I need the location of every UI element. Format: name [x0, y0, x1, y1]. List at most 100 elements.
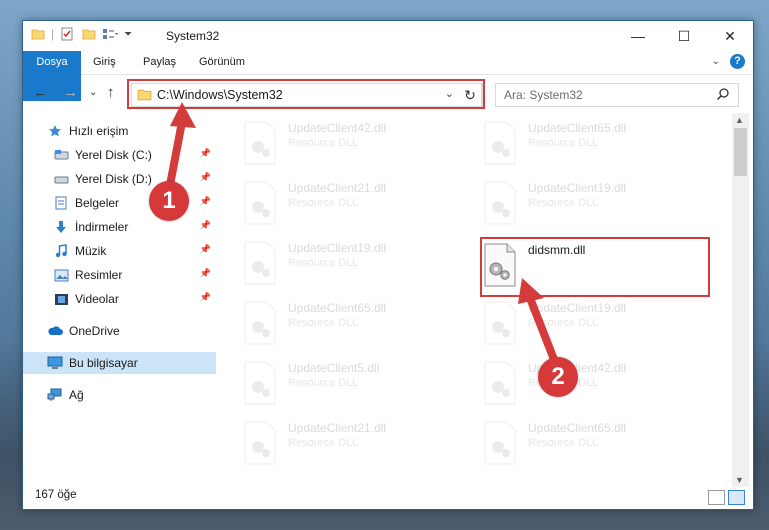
list-item[interactable]: UpdateClient42.dll Resource DLL	[241, 117, 471, 167]
pin-icon[interactable]: 📌	[200, 292, 211, 303]
scroll-up-icon[interactable]: ▲	[735, 115, 744, 125]
list-item[interactable]: UpdateClient42.dll Resource DLL	[481, 357, 711, 407]
sidebar-item-pictures[interactable]: Resimler 📌	[23, 264, 216, 286]
dll-file-icon	[484, 421, 516, 465]
up-arrow-icon[interactable]: ↑	[107, 84, 115, 101]
pin-icon[interactable]: 📌	[200, 196, 211, 207]
star-icon	[47, 123, 63, 139]
drive-icon	[53, 147, 69, 163]
pin-icon[interactable]: 📌	[200, 148, 211, 159]
tab-view[interactable]: Görünüm	[189, 51, 255, 74]
file-type: Resource DLL	[288, 137, 359, 149]
address-highlight-box	[127, 79, 485, 109]
quick-access-toolbar: | ⏷	[31, 27, 132, 41]
close-button[interactable]: ✕	[707, 21, 753, 51]
dll-file-icon	[244, 421, 276, 465]
sidebar-item-music[interactable]: Müzik 📌	[23, 240, 216, 262]
navigation-bar: ← → ⌄ ↑ C:\Windows\System32 ⌄ ↻ Ara: Sys…	[23, 75, 753, 111]
maximize-button[interactable]: ☐	[661, 21, 707, 51]
minimize-button[interactable]: —	[615, 21, 661, 51]
list-item[interactable]: UpdateClient19.dll Resource DLL	[481, 177, 711, 227]
sidebar-item-label: Yerel Disk (C:)	[75, 148, 152, 162]
large-icons-view-icon[interactable]	[728, 490, 745, 505]
file-name: UpdateClient19.dll	[528, 181, 627, 195]
sidebar-item-label: Resimler	[75, 268, 123, 282]
list-item[interactable]: UpdateClient21.dll Resource DLL	[241, 177, 471, 227]
file-type: Resource DLL	[288, 377, 359, 389]
list-item[interactable]: UpdateClient65.dll Resource DLL	[481, 417, 711, 467]
pictures-icon	[53, 267, 69, 283]
pin-icon[interactable]: 📌	[200, 172, 211, 183]
search-placeholder: Ara: System32	[504, 88, 583, 102]
sidebar-item-quick-access[interactable]: Hızlı erişim	[23, 120, 216, 142]
sidebar-item-onedrive[interactable]: OneDrive	[23, 320, 216, 342]
list-item[interactable]: UpdateClient19.dll Resource DLL	[241, 237, 471, 287]
file-name: UpdateClient21.dll	[288, 181, 387, 195]
file-type: Resource DLL	[528, 197, 599, 209]
list-item[interactable]: UpdateClient19.dll Resource DLL	[481, 297, 711, 347]
sidebar-item-drive-c[interactable]: Yerel Disk (C:) 📌	[23, 144, 216, 166]
details-view-icon[interactable]	[708, 490, 725, 505]
new-folder-icon[interactable]	[82, 27, 96, 41]
pin-icon[interactable]: 📌	[200, 220, 211, 231]
recent-locations-icon[interactable]: ⌄	[89, 87, 97, 98]
sidebar-item-label: Belgeler	[75, 196, 120, 210]
computer-icon	[47, 355, 63, 371]
item-count: 167 öğe	[35, 489, 77, 501]
dll-file-icon	[244, 301, 276, 345]
dll-file-icon	[244, 241, 276, 285]
forward-arrow-icon[interactable]: →	[63, 84, 78, 101]
file-name: UpdateClient5.dll	[288, 361, 380, 375]
dll-file-icon	[484, 181, 516, 225]
properties-icon[interactable]	[60, 27, 74, 41]
pin-icon[interactable]: 📌	[200, 268, 211, 279]
sidebar-item-drive-d[interactable]: Yerel Disk (D:) 📌	[23, 168, 216, 190]
search-icon[interactable]	[716, 87, 730, 101]
step-marker-1: 1	[149, 181, 189, 221]
expand-ribbon-icon[interactable]: ⌄	[712, 56, 720, 67]
pin-icon[interactable]: 📌	[200, 244, 211, 255]
tab-home[interactable]: Giriş	[83, 51, 126, 74]
folder-icon[interactable]	[31, 27, 45, 41]
sidebar-item-label: Videolar	[75, 292, 119, 306]
sidebar-item-downloads[interactable]: İndirmeler 📌	[23, 216, 216, 238]
vertical-scrollbar[interactable]: ▲ ▼	[732, 113, 749, 487]
download-icon	[53, 219, 69, 235]
step-marker-2: 2	[538, 357, 578, 397]
sidebar-item-this-pc[interactable]: Bu bilgisayar	[23, 352, 216, 374]
sidebar-item-label: Bu bilgisayar	[69, 356, 138, 370]
list-item[interactable]: UpdateClient21.dll Resource DLL	[241, 417, 471, 467]
view-options-icon[interactable]	[102, 27, 119, 41]
sidebar-item-label: Hızlı erişim	[69, 124, 129, 138]
sidebar-item-label: Yerel Disk (D:)	[75, 172, 152, 186]
back-arrow-icon[interactable]: ←	[33, 84, 48, 101]
file-type: Resource DLL	[288, 437, 359, 449]
list-item[interactable]: UpdateClient65.dll Resource DLL	[241, 297, 471, 347]
scroll-down-icon[interactable]: ▼	[735, 475, 744, 485]
sidebar-item-label: Müzik	[75, 244, 107, 258]
window-title: System32	[166, 29, 220, 43]
cloud-icon	[47, 323, 63, 339]
tab-share[interactable]: Paylaş	[133, 51, 186, 74]
file-name: UpdateClient65.dll	[528, 121, 627, 135]
scrollbar-thumb[interactable]	[734, 128, 747, 176]
dll-file-icon	[484, 301, 516, 345]
help-button[interactable]: ?	[730, 54, 745, 69]
dll-file-icon	[244, 121, 276, 165]
list-item[interactable]: UpdateClient5.dll Resource DLL	[241, 357, 471, 407]
sidebar-item-network[interactable]: Ağ	[23, 384, 216, 406]
status-bar: 167 öğe	[23, 485, 753, 509]
ribbon-tabs: Dosya Giriş Paylaş Görünüm ⌄ ?	[23, 51, 753, 101]
file-highlight-box	[480, 237, 710, 297]
navigation-pane: Hızlı erişim Yerel Disk (C:) 📌 Yerel Dis…	[23, 113, 216, 483]
file-type: Resource DLL	[528, 437, 599, 449]
dll-file-icon	[244, 361, 276, 405]
documents-icon	[53, 195, 69, 211]
file-name: UpdateClient19.dll	[528, 301, 627, 315]
search-input[interactable]: Ara: System32	[495, 83, 739, 107]
sidebar-item-videos[interactable]: Videolar 📌	[23, 288, 216, 310]
list-item[interactable]: UpdateClient65.dll Resource DLL	[481, 117, 711, 167]
dll-file-icon	[484, 121, 516, 165]
customize-toolbar-icon[interactable]: ⏷	[124, 29, 132, 40]
file-type: Resource DLL	[528, 317, 599, 329]
